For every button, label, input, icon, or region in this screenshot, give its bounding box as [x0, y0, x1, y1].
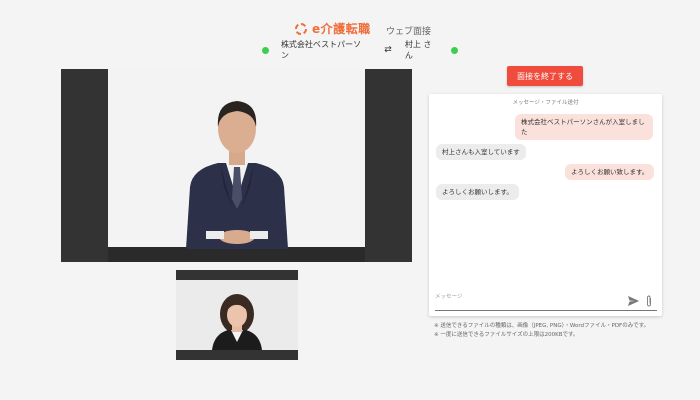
page-subtitle: ウェブ面接	[386, 27, 432, 37]
remote-video	[61, 69, 412, 262]
company-participant-name: 株式会社ベストパーソン	[280, 40, 362, 60]
chat-message-incoming: 村上さんも入室しています	[436, 144, 526, 160]
file-size-note: ※ 一度に送信できるファイルサイズの上限は200KBです。	[434, 332, 579, 338]
online-status-icon	[262, 46, 269, 54]
file-type-note: ※ 送信できるファイルの種類は、画像（JPEG, PNG）・Wordファイル・P…	[434, 323, 650, 329]
candidate-image	[176, 280, 298, 350]
self-video-feed	[176, 280, 298, 350]
end-interview-button[interactable]: 面接を終了する	[507, 66, 583, 86]
swap-icon: ⇄	[384, 45, 392, 55]
logo-ring-icon	[295, 22, 307, 35]
chat-message-incoming: よろしくお願いします。	[436, 184, 519, 200]
logo-text: e介護転職	[312, 22, 371, 36]
remote-video-feed	[108, 69, 365, 262]
file-upload-notes: ※ 送信できるファイルの種類は、画像（JPEG, PNG）・Wordファイル・P…	[434, 322, 649, 340]
send-icon[interactable]	[628, 296, 639, 306]
chat-message-outgoing: よろしくお願い致します。	[565, 164, 655, 180]
interviewer-image	[108, 69, 365, 262]
online-status-icon	[451, 46, 459, 54]
chat-message-outgoing: 株式会社ベストパーソンさんが入室しました	[515, 114, 653, 140]
self-video	[176, 270, 298, 360]
logo: e介護転職	[294, 20, 371, 37]
message-input[interactable]	[435, 287, 620, 307]
paperclip-icon[interactable]	[645, 295, 653, 307]
candidate-participant-name: 村上 さん	[404, 40, 432, 60]
participants-bar: 株式会社ベストパーソン ⇄ 村上 さん	[262, 40, 459, 60]
chat-title: メッセージ・ファイル送付	[512, 100, 579, 106]
chat-input-area	[435, 287, 657, 311]
